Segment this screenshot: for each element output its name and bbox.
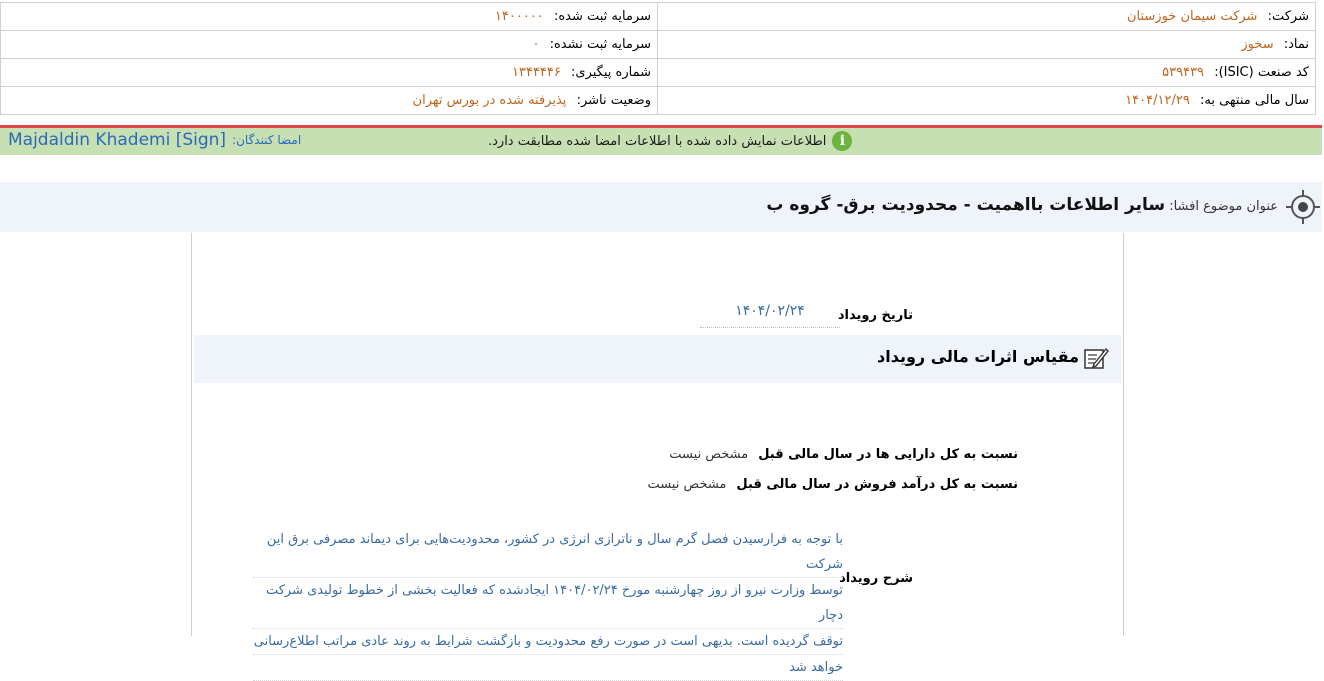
ratio-row-assets: نسبت به کل دارایی ها در سال مالی قبل مشخ… [669, 447, 1018, 462]
ratio-value: مشخص نیست [647, 477, 727, 492]
info-row: سال مالی منتهی به: ۱۴۰۴/۱۲/۲۹ وضعیت ناشر… [0, 86, 1316, 115]
subject-bar: عنوان موضوع افشا: سایر اطلاعات بااهمیت -… [0, 182, 1322, 232]
signature-notice: i اطلاعات نمایش داده شده با اطلاعات امضا… [488, 131, 853, 151]
symbol-value: سخوز [1241, 37, 1274, 52]
tracking-label: شماره پیگیری: [571, 65, 651, 80]
financial-section-header: مقیاس اثرات مالی رویداد [194, 335, 1121, 383]
fiscal-cell: سال مالی منتهی به: ۱۴۰۴/۱۲/۲۹ [657, 86, 1316, 115]
subject-value: سایر اطلاعات بااهمیت - محدودیت برق- گروه… [766, 195, 1166, 215]
tracking-value: ۱۳۴۴۴۴۶ [512, 65, 561, 80]
symbol-cell: نماد: سخوز [657, 30, 1316, 59]
company-cell: شرکت: شرکت سیمان خوزستان [657, 2, 1316, 31]
description-line: توقف گردیده است. بدیهی است در صورت رفع م… [253, 629, 843, 655]
publisher-status-label: وضعیت ناشر: [576, 93, 651, 108]
info-row: شرکت: شرکت سیمان خوزستان سرمایه ثبت شده:… [0, 2, 1316, 31]
signature-bar: i اطلاعات نمایش داده شده با اطلاعات امضا… [0, 128, 1322, 155]
event-date-label: تاریخ رویداد [837, 308, 913, 323]
signer-name-link[interactable]: Majdaldin Khademi [Sign] [8, 130, 226, 150]
event-date-value: ۱۴۰۴/۰۲/۲۴ [700, 303, 840, 328]
company-info-table: شرکت: شرکت سیمان خوزستان سرمایه ثبت شده:… [0, 2, 1316, 115]
info-row: نماد: سخوز سرمایه ثبت نشده: ۰ [0, 30, 1316, 59]
financial-section-title: مقیاس اثرات مالی رویداد [877, 347, 1079, 366]
ratio-row-sales: نسبت به کل درآمد فروش در سال مالی قبل مش… [647, 477, 1018, 492]
ratio-label: نسبت به کل دارایی ها در سال مالی قبل [758, 447, 1018, 462]
registered-capital-label: سرمایه ثبت شده: [553, 9, 651, 24]
subject-title: عنوان موضوع افشا: سایر اطلاعات بااهمیت -… [766, 195, 1278, 215]
company-value: شرکت سیمان خوزستان [1126, 9, 1258, 24]
fiscal-label: سال مالی منتهی به: [1199, 93, 1309, 108]
publisher-status-value: پذیرفته شده در بورس تهران [412, 93, 567, 108]
tracking-cell: شماره پیگیری: ۱۳۴۴۴۴۶ [0, 58, 658, 87]
symbol-label: نماد: [1283, 37, 1309, 52]
registered-capital-value: ۱۴۰۰۰۰۰ [494, 9, 544, 24]
signers: Majdaldin Khademi [Sign] امضا کنندگان: [8, 130, 301, 150]
subject-label: عنوان موضوع افشا: [1169, 199, 1278, 214]
publisher-status-cell: وضعیت ناشر: پذیرفته شده در بورس تهران [0, 86, 658, 115]
description-text: با توجه به فرارسیدن فصل گرم سال و ناتراز… [253, 527, 843, 681]
ratio-value: مشخص نیست [669, 447, 749, 462]
description-label: شرح رویداد [839, 571, 913, 586]
info-row: کد صنعت (ISIC): ۵۳۹۴۳۹ شماره پیگیری: ۱۳۴… [0, 58, 1316, 87]
registered-capital-cell: سرمایه ثبت شده: ۱۴۰۰۰۰۰ [0, 2, 658, 31]
fiscal-value: ۱۴۰۴/۱۲/۲۹ [1125, 93, 1190, 108]
company-label: شرکت: [1267, 9, 1309, 24]
edit-note-icon [1084, 347, 1109, 369]
signers-label: امضا کنندگان: [232, 133, 302, 147]
isic-cell: کد صنعت (ISIC): ۵۳۹۴۳۹ [657, 58, 1316, 87]
unregistered-capital-cell: سرمایه ثبت نشده: ۰ [0, 30, 658, 59]
description-line: توسط وزارت نیرو از روز چهارشنبه مورخ ۱۴۰… [253, 578, 843, 629]
target-icon [1286, 190, 1320, 224]
description-line: خواهد شد [253, 655, 843, 681]
ratio-label: نسبت به کل درآمد فروش در سال مالی قبل [736, 477, 1018, 492]
isic-label: کد صنعت (ISIC): [1214, 65, 1309, 80]
disclosure-content: تاریخ رویداد ۱۴۰۴/۰۲/۲۴ مقیاس اثرات مالی… [191, 233, 1124, 681]
unregistered-capital-value: ۰ [532, 37, 540, 52]
unregistered-capital-label: سرمایه ثبت نشده: [549, 37, 651, 52]
isic-value: ۵۳۹۴۳۹ [1162, 65, 1205, 80]
description-line: با توجه به فرارسیدن فصل گرم سال و ناتراز… [253, 527, 843, 578]
info-icon: i [832, 131, 853, 151]
signature-notice-text: اطلاعات نمایش داده شده با اطلاعات امضا ش… [488, 133, 827, 149]
